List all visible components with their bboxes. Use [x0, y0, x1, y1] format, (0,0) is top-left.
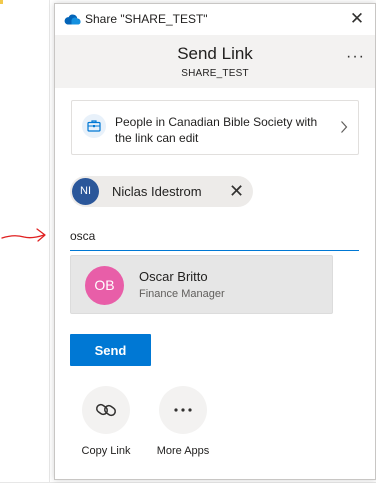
share-dialog: Share "SHARE_TEST" ✕ Send Link SHARE_TES… — [54, 3, 376, 480]
link-permission-text: People in Canadian Bible Society with th… — [115, 115, 318, 145]
title-bar: Share "SHARE_TEST" ✕ — [55, 4, 375, 35]
window-title: Share "SHARE_TEST" — [85, 12, 208, 26]
recipient-input-wrapper — [70, 222, 359, 251]
more-apps-button[interactable]: More Apps — [148, 386, 218, 466]
suggestion-item[interactable]: OB Oscar Britto Finance Manager — [70, 255, 333, 314]
remove-recipient-icon[interactable]: ✕ — [229, 182, 244, 200]
copy-link-button[interactable]: Copy Link — [71, 386, 141, 466]
more-apps-icon — [174, 408, 192, 412]
link-icon — [96, 403, 116, 417]
dialog-header: Send Link SHARE_TEST ··· — [55, 35, 375, 88]
more-apps-circle[interactable] — [159, 386, 207, 434]
chevron-right-icon — [341, 121, 348, 133]
avatar: OB — [85, 266, 124, 305]
recipient-name: Niclas Idestrom — [112, 184, 202, 199]
link-permission-button[interactable]: People in Canadian Bible Society with th… — [71, 100, 359, 155]
copy-link-label: Copy Link — [81, 445, 131, 457]
recipient-chip[interactable]: NI Niclas Idestrom ✕ — [70, 176, 253, 207]
onedrive-cloud-icon — [64, 14, 81, 25]
file-name: SHARE_TEST — [181, 68, 249, 79]
red-arrow-annotation — [1, 228, 46, 242]
recipient-search-input[interactable] — [70, 227, 350, 245]
suggestion-name: Oscar Britto — [139, 269, 208, 284]
send-button[interactable]: Send — [70, 334, 151, 366]
copy-link-circle[interactable] — [82, 386, 130, 434]
suggestion-role: Finance Manager — [139, 288, 225, 300]
more-apps-label: More Apps — [156, 445, 210, 457]
page-title: Send Link — [177, 44, 253, 63]
background-marker — [0, 0, 3, 4]
avatar: NI — [72, 178, 99, 205]
close-icon[interactable]: ✕ — [349, 10, 365, 27]
more-options-icon[interactable]: ··· — [346, 48, 365, 66]
briefcase-icon — [82, 114, 106, 138]
